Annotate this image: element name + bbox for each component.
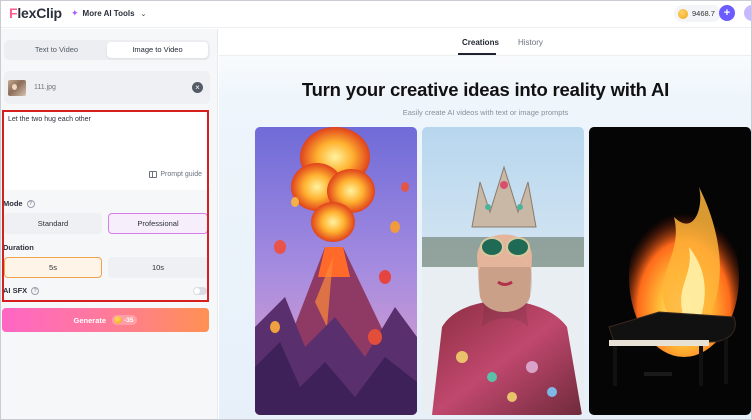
book-icon — [149, 171, 158, 178]
mode-label: Mode — [3, 199, 23, 208]
prompt-input[interactable]: Let the two hug each other Prompt guide — [4, 111, 210, 190]
page-subtitle: Easily create AI videos with text or ima… — [402, 108, 569, 117]
generation-type-tabs: Text to Video Image to Video — [4, 40, 210, 60]
sfx-label-row: AI SFX ? — [3, 286, 40, 295]
more-ai-tools-menu[interactable]: ✦ More AI Tools ⌄ — [71, 8, 146, 19]
mode-standard-button[interactable]: Standard — [4, 213, 102, 234]
page-title: Turn your creative ideas into reality wi… — [301, 79, 670, 100]
mode-professional-button[interactable]: Professional — [108, 213, 208, 234]
plus-icon: + — [723, 7, 731, 19]
generator-panel: Text to Video Image to Video 111.jpg × L… — [0, 29, 218, 420]
file-name: 111.jpg — [34, 84, 56, 91]
tab-creations[interactable]: Creations — [462, 38, 499, 47]
generate-cost-value: -35 — [124, 316, 134, 324]
mode-label-row: Mode ? — [3, 199, 35, 208]
remove-image-button[interactable]: × — [192, 82, 203, 93]
info-icon[interactable]: ? — [31, 286, 40, 295]
duration-10s-button[interactable]: 10s — [108, 257, 208, 278]
gallery-card-crowned-woman[interactable] — [422, 127, 584, 415]
close-icon: × — [195, 83, 200, 92]
chevron-down-icon: ⌄ — [140, 10, 147, 18]
prompt-guide-button[interactable]: Prompt guide — [149, 171, 202, 178]
add-credits-button[interactable]: + — [719, 5, 735, 21]
burning-piano-image — [589, 127, 751, 415]
tab-text-to-video[interactable]: Text to Video — [6, 42, 107, 58]
prompt-guide-label: Prompt guide — [160, 171, 202, 178]
image-thumbnail — [8, 80, 26, 96]
gallery-card-burning-piano[interactable] — [589, 127, 751, 415]
crowned-woman-image — [422, 127, 584, 415]
uploaded-image[interactable]: 111.jpg × — [4, 71, 210, 104]
showcase-tabs: Creations History — [219, 29, 752, 56]
more-ai-tools-label: More AI Tools — [82, 9, 135, 18]
duration-label: Duration — [3, 243, 34, 252]
gallery-card-volcano[interactable] — [255, 127, 417, 415]
volcano-image — [255, 127, 417, 415]
generate-button[interactable]: Generate -35 — [2, 308, 209, 332]
showcase-panel: Creations History Turn your creative ide… — [219, 29, 752, 420]
coin-icon — [114, 316, 123, 324]
avatar[interactable] — [744, 5, 752, 21]
coin-icon — [678, 8, 688, 19]
generate-label: Generate — [73, 315, 107, 325]
credits-value: 9468.7 — [692, 9, 715, 18]
top-bar: FlexClip ✦ More AI Tools ⌄ 9468.7 + — [0, 0, 752, 28]
sfx-label: AI SFX — [3, 286, 28, 295]
logo-text: lexClip — [17, 5, 62, 21]
prompt-text[interactable]: Let the two hug each other — [8, 116, 91, 123]
credits-balance[interactable]: 9468.7 — [674, 5, 721, 22]
generate-cost: -35 — [112, 315, 138, 325]
tab-history[interactable]: History — [518, 38, 543, 47]
active-tab-indicator — [458, 53, 496, 55]
duration-label-row: Duration — [3, 243, 34, 252]
sfx-toggle[interactable] — [193, 287, 207, 295]
duration-5s-button[interactable]: 5s — [4, 257, 102, 278]
sparkle-icon: ✦ — [71, 8, 79, 18]
logo-mark: F — [9, 5, 18, 21]
flexclip-logo[interactable]: FlexClip — [9, 5, 62, 21]
tab-image-to-video[interactable]: Image to Video — [107, 42, 208, 58]
info-icon[interactable]: ? — [26, 199, 35, 208]
